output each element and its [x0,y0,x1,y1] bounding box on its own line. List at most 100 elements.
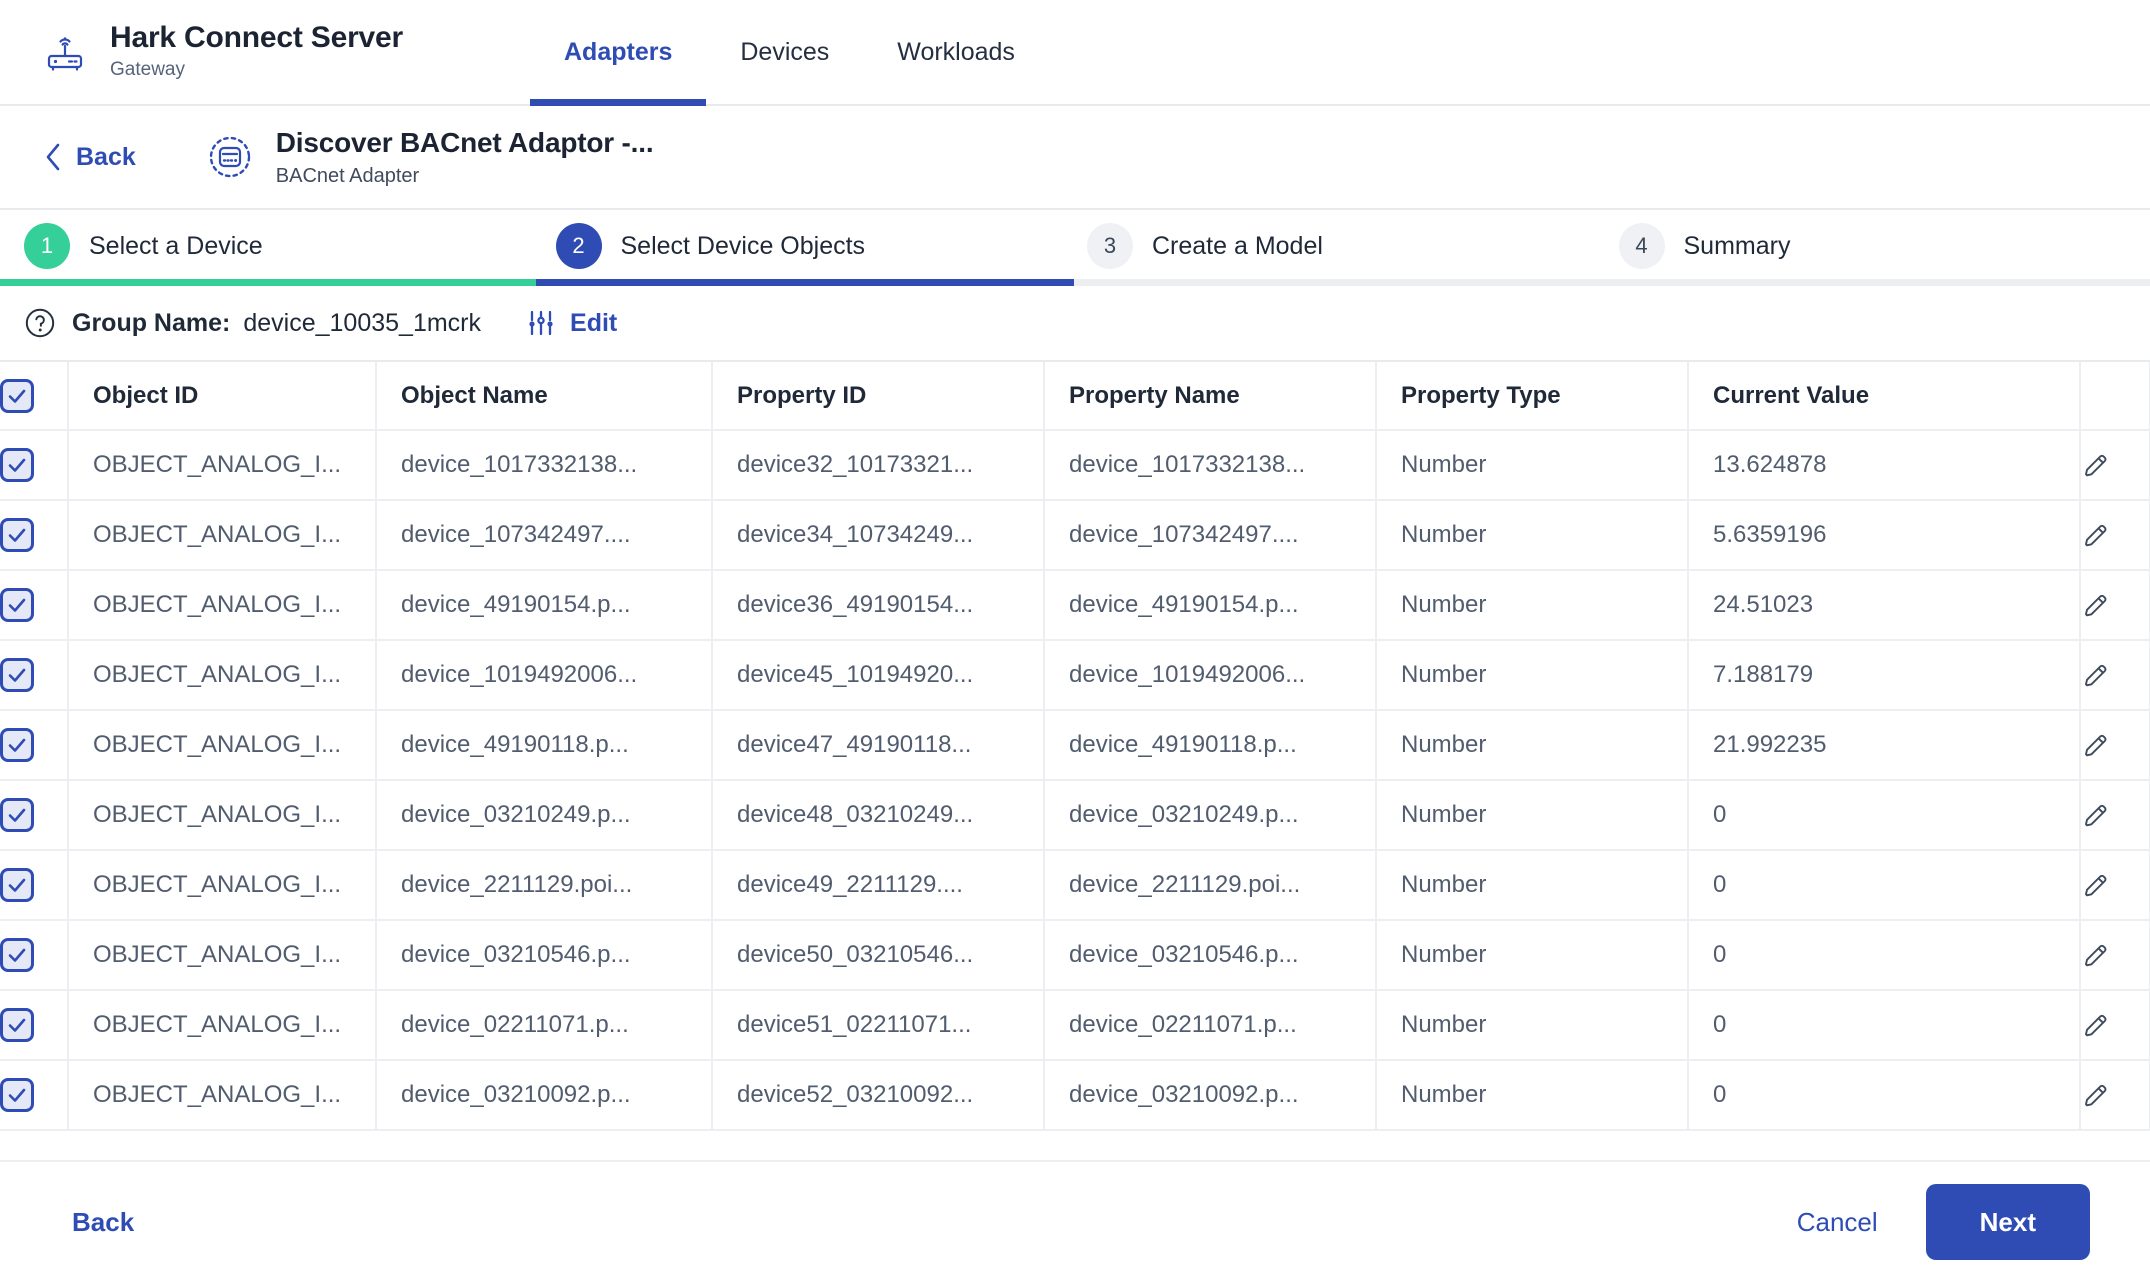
back-link-label: Back [76,142,136,171]
step-create-a-model[interactable]: 3 Create a Model [1087,223,1619,269]
pencil-icon[interactable] [2081,520,2111,550]
column-header-object-id[interactable]: Object ID [68,362,377,431]
table-body: OBJECT_ANALOG_I... device_1017332138... de… [0,430,2150,1131]
tab-adapters[interactable]: Adapters [530,0,707,106]
table-row[interactable]: OBJECT_ANALOG_I... device_49190154.p... de… [0,570,2150,641]
pencil-icon[interactable] [2081,450,2111,480]
column-header-object-name[interactable]: Object Name [376,362,713,431]
cell-edit-action [2080,780,2150,851]
brand-block: Hark Connect Server Gateway [0,0,500,104]
pencil-icon[interactable] [2081,870,2111,900]
pencil-icon[interactable] [2081,800,2111,830]
cell-property-name: device_1019492006... [1044,640,1377,711]
cell-object-id: OBJECT_ANALOG_I... [68,500,377,571]
row-checkbox[interactable] [0,658,34,692]
step-1-badge: 1 [24,223,70,269]
pencil-icon[interactable] [2081,940,2111,970]
pencil-icon[interactable] [2081,730,2111,760]
cell-object-name: device_107342497.... [376,500,713,571]
cell-object-id: OBJECT_ANALOG_I... [68,920,377,991]
row-checkbox[interactable] [0,728,34,762]
step-select-a-device[interactable]: 1 Select a Device [24,223,556,269]
column-header-property-name[interactable]: Property Name [1044,362,1377,431]
pencil-icon[interactable] [2081,1010,2111,1040]
column-header-property-type[interactable]: Property Type [1376,362,1689,431]
device-objects-table: Object ID Object Name Property ID Proper… [0,362,2150,1131]
question-circle-icon[interactable] [24,307,56,339]
row-checkbox[interactable] [0,868,34,902]
table-row[interactable]: OBJECT_ANALOG_I... device_03210546.p... de… [0,920,2150,991]
cell-object-id: OBJECT_ANALOG_I... [68,1060,377,1131]
row-checkbox-cell [0,1060,69,1131]
row-checkbox-cell [0,570,69,641]
table-row[interactable]: OBJECT_ANALOG_I... device_03210249.p... de… [0,780,2150,851]
cell-edit-action [2080,430,2150,501]
progress-segment-2 [536,279,1074,286]
router-gateway-icon [42,29,88,75]
table-row[interactable]: OBJECT_ANALOG_I... device_02211071.p... de… [0,990,2150,1061]
pencil-icon[interactable] [2081,590,2111,620]
adapter-text: Discover BACnet Adaptor -... BACnet Adap… [276,126,654,188]
cell-edit-action [2080,990,2150,1061]
pencil-icon[interactable] [2081,1080,2111,1110]
cell-object-name: device_1017332138... [376,430,713,501]
column-header-property-id[interactable]: Property ID [712,362,1045,431]
brand-text: Hark Connect Server Gateway [110,21,403,83]
row-checkbox[interactable] [0,1078,34,1112]
cell-property-name: device_03210092.p... [1044,1060,1377,1131]
step-3-label: Create a Model [1152,231,1323,260]
device-objects-table-container[interactable]: Object ID Object Name Property ID Proper… [0,362,2150,1160]
cell-property-type: Number [1376,1060,1689,1131]
row-checkbox-cell [0,780,69,851]
cell-object-id: OBJECT_ANALOG_I... [68,850,377,921]
wizard-footer: Back Cancel Next [0,1160,2150,1282]
footer-next-button[interactable]: Next [1925,1184,2090,1260]
row-checkbox[interactable] [0,448,34,482]
table-row[interactable]: OBJECT_ANALOG_I... device_1019492006... de… [0,640,2150,711]
table-row[interactable]: OBJECT_ANALOG_I... device_107342497.... de… [0,500,2150,571]
step-summary[interactable]: 4 Summary [1618,223,2150,269]
column-header-current-value[interactable]: Current Value [1688,362,2081,431]
cell-edit-action [2080,640,2150,711]
step-select-device-objects[interactable]: 2 Select Device Objects [555,223,1088,269]
step-2-badge: 2 [555,223,602,269]
row-checkbox-cell [0,850,69,921]
row-checkbox[interactable] [0,518,34,552]
row-checkbox[interactable] [0,798,34,832]
edit-button-label: Edit [570,308,618,337]
cell-property-name: device_03210249.p... [1044,780,1377,851]
chevron-left-icon [44,142,62,172]
table-row[interactable]: OBJECT_ANALOG_I... device_49190118.p... de… [0,710,2150,781]
row-checkbox-cell [0,710,69,781]
row-checkbox[interactable] [0,588,34,622]
row-checkbox[interactable] [0,1008,34,1042]
progress-segment-1 [0,279,536,286]
table-row[interactable]: OBJECT_ANALOG_I... device_03210092.p... de… [0,1060,2150,1131]
cell-property-id: device36_49190154... [712,570,1045,641]
table-header-row: Object ID Object Name Property ID Proper… [0,362,2150,431]
pencil-icon[interactable] [2081,660,2111,690]
back-link[interactable]: Back [44,142,136,172]
cell-property-name: device_03210546.p... [1044,920,1377,991]
adapter-identity: Discover BACnet Adaptor -... BACnet Adap… [206,126,654,188]
cell-edit-action [2080,1060,2150,1131]
adapter-type-label: BACnet Adapter [275,164,420,187]
select-all-checkbox[interactable] [0,378,34,413]
stepper-progress-bar [0,279,2150,286]
cell-current-value: 0 [1688,850,2081,921]
cell-current-value: 7.188179 [1688,640,2081,711]
footer-back-button[interactable]: Back [72,1207,134,1238]
cell-property-name: device_49190154.p... [1044,570,1377,641]
table-row[interactable]: OBJECT_ANALOG_I... device_1017332138... de… [0,430,2150,501]
group-name-label: Group Name: [72,308,231,337]
row-checkbox[interactable] [0,938,34,972]
tab-devices[interactable]: Devices [706,0,863,104]
footer-cancel-button[interactable]: Cancel [1797,1207,1878,1238]
cell-object-id: OBJECT_ANALOG_I... [68,430,377,501]
wizard-stepper: 1 Select a Device 2 Select Device Object… [0,210,2150,286]
tab-workloads[interactable]: Workloads [863,0,1049,104]
cell-edit-action [2080,710,2150,781]
edit-group-name-button[interactable]: Edit [526,308,617,338]
table-row[interactable]: OBJECT_ANALOG_I... device_2211129.poi... d… [0,850,2150,921]
cell-current-value: 13.624878 [1688,430,2081,501]
